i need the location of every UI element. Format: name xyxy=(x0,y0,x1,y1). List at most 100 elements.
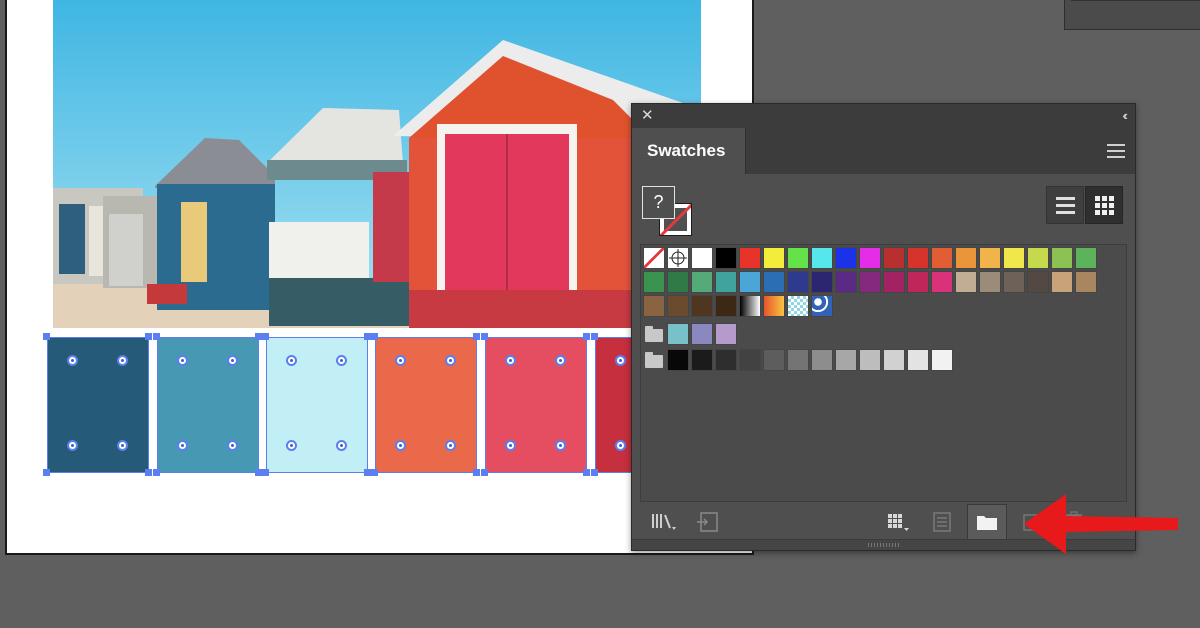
selection-handle[interactable] xyxy=(583,469,590,476)
color-swatch[interactable] xyxy=(1003,247,1025,269)
swatch-pattern-checker[interactable] xyxy=(787,295,809,317)
color-swatch[interactable] xyxy=(931,247,953,269)
selection-handle[interactable] xyxy=(43,333,50,340)
selection-handle[interactable] xyxy=(371,469,378,476)
artboard-swatch-rect[interactable] xyxy=(266,337,368,473)
selection-handle[interactable] xyxy=(591,469,598,476)
anchor-point[interactable] xyxy=(505,355,516,366)
fill-swatch-unknown[interactable]: ? xyxy=(642,186,675,219)
anchor-point[interactable] xyxy=(395,440,406,451)
color-swatch[interactable] xyxy=(763,349,785,371)
color-swatch[interactable] xyxy=(1003,271,1025,293)
anchor-point[interactable] xyxy=(336,355,347,366)
color-swatch[interactable] xyxy=(907,349,929,371)
color-swatch[interactable] xyxy=(883,247,905,269)
color-swatch[interactable] xyxy=(787,349,809,371)
color-swatch[interactable] xyxy=(955,247,977,269)
color-swatch[interactable] xyxy=(859,271,881,293)
selection-handle[interactable] xyxy=(481,469,488,476)
selection-handle[interactable] xyxy=(591,333,598,340)
anchor-point[interactable] xyxy=(177,440,188,451)
artboard-swatch-rect[interactable] xyxy=(47,337,149,473)
close-icon[interactable]: ✕ xyxy=(641,107,654,125)
selection-handle[interactable] xyxy=(43,469,50,476)
color-swatch[interactable] xyxy=(691,271,713,293)
color-swatch[interactable] xyxy=(835,247,857,269)
color-swatch[interactable] xyxy=(667,323,689,345)
selection-handle[interactable] xyxy=(153,469,160,476)
new-color-group-button[interactable] xyxy=(967,504,1007,540)
swatch-pattern-blue[interactable] xyxy=(811,295,833,317)
anchor-point[interactable] xyxy=(445,355,456,366)
color-swatch[interactable] xyxy=(1075,247,1097,269)
anchor-point[interactable] xyxy=(555,355,566,366)
selection-handle[interactable] xyxy=(262,333,269,340)
color-swatch[interactable] xyxy=(811,271,833,293)
color-swatch[interactable] xyxy=(715,271,737,293)
color-swatch[interactable] xyxy=(835,271,857,293)
color-swatch[interactable] xyxy=(1051,247,1073,269)
anchor-point[interactable] xyxy=(445,440,456,451)
color-swatch[interactable] xyxy=(883,271,905,293)
color-swatch[interactable] xyxy=(643,271,665,293)
selection-handle[interactable] xyxy=(153,333,160,340)
list-view-button[interactable] xyxy=(1046,186,1084,224)
color-swatch[interactable] xyxy=(691,247,713,269)
fill-stroke-indicator[interactable]: ? xyxy=(642,186,694,236)
selection-handle[interactable] xyxy=(145,333,152,340)
swatch-none[interactable] xyxy=(643,247,665,269)
color-swatch[interactable] xyxy=(955,271,977,293)
anchor-point[interactable] xyxy=(67,440,78,451)
color-swatch[interactable] xyxy=(643,295,665,317)
show-swatch-kinds-button[interactable] xyxy=(880,504,916,540)
color-swatch[interactable] xyxy=(691,349,713,371)
anchor-point[interactable] xyxy=(505,440,516,451)
color-swatch[interactable] xyxy=(979,247,1001,269)
color-swatch[interactable] xyxy=(715,323,737,345)
selection-handle[interactable] xyxy=(481,333,488,340)
color-swatch[interactable] xyxy=(667,349,689,371)
color-swatch[interactable] xyxy=(667,271,689,293)
color-swatch[interactable] xyxy=(1075,271,1097,293)
selection-handle[interactable] xyxy=(262,469,269,476)
grid-view-button[interactable] xyxy=(1085,186,1123,224)
anchor-point[interactable] xyxy=(286,355,297,366)
selection-handle[interactable] xyxy=(583,333,590,340)
collapse-panel-icon[interactable]: ‹‹ xyxy=(1122,107,1127,125)
swatch-gradient-orange[interactable] xyxy=(763,295,785,317)
background-document-window[interactable] xyxy=(1064,0,1200,30)
color-swatch[interactable] xyxy=(1027,247,1049,269)
color-swatch[interactable] xyxy=(931,271,953,293)
color-swatch[interactable] xyxy=(811,247,833,269)
color-swatch[interactable] xyxy=(1051,271,1073,293)
artboard-swatch-rect[interactable] xyxy=(485,337,587,473)
color-swatch[interactable] xyxy=(1027,271,1049,293)
color-swatch[interactable] xyxy=(859,247,881,269)
color-swatch[interactable] xyxy=(907,271,929,293)
anchor-point[interactable] xyxy=(227,355,238,366)
color-swatch[interactable] xyxy=(787,271,809,293)
color-swatch[interactable] xyxy=(859,349,881,371)
color-swatch[interactable] xyxy=(907,247,929,269)
color-group-folder-icon[interactable] xyxy=(645,352,663,368)
anchor-point[interactable] xyxy=(615,440,626,451)
color-swatch[interactable] xyxy=(811,349,833,371)
color-swatch[interactable] xyxy=(715,295,737,317)
color-swatch[interactable] xyxy=(787,247,809,269)
anchor-point[interactable] xyxy=(117,440,128,451)
color-swatch[interactable] xyxy=(739,271,761,293)
selection-handle[interactable] xyxy=(473,333,480,340)
selection-handle[interactable] xyxy=(364,333,371,340)
swatch-libraries-menu-button[interactable] xyxy=(646,504,682,540)
color-swatch[interactable] xyxy=(763,271,785,293)
anchor-point[interactable] xyxy=(117,355,128,366)
artboard-swatch-rect[interactable] xyxy=(157,337,259,473)
color-swatch[interactable] xyxy=(715,349,737,371)
anchor-point[interactable] xyxy=(227,440,238,451)
selection-handle[interactable] xyxy=(145,469,152,476)
selection-handle[interactable] xyxy=(473,469,480,476)
swatch-options-button[interactable] xyxy=(924,504,960,540)
panel-titlebar[interactable]: ✕ ‹‹ xyxy=(632,104,1135,128)
selection-handle[interactable] xyxy=(255,469,262,476)
anchor-point[interactable] xyxy=(336,440,347,451)
